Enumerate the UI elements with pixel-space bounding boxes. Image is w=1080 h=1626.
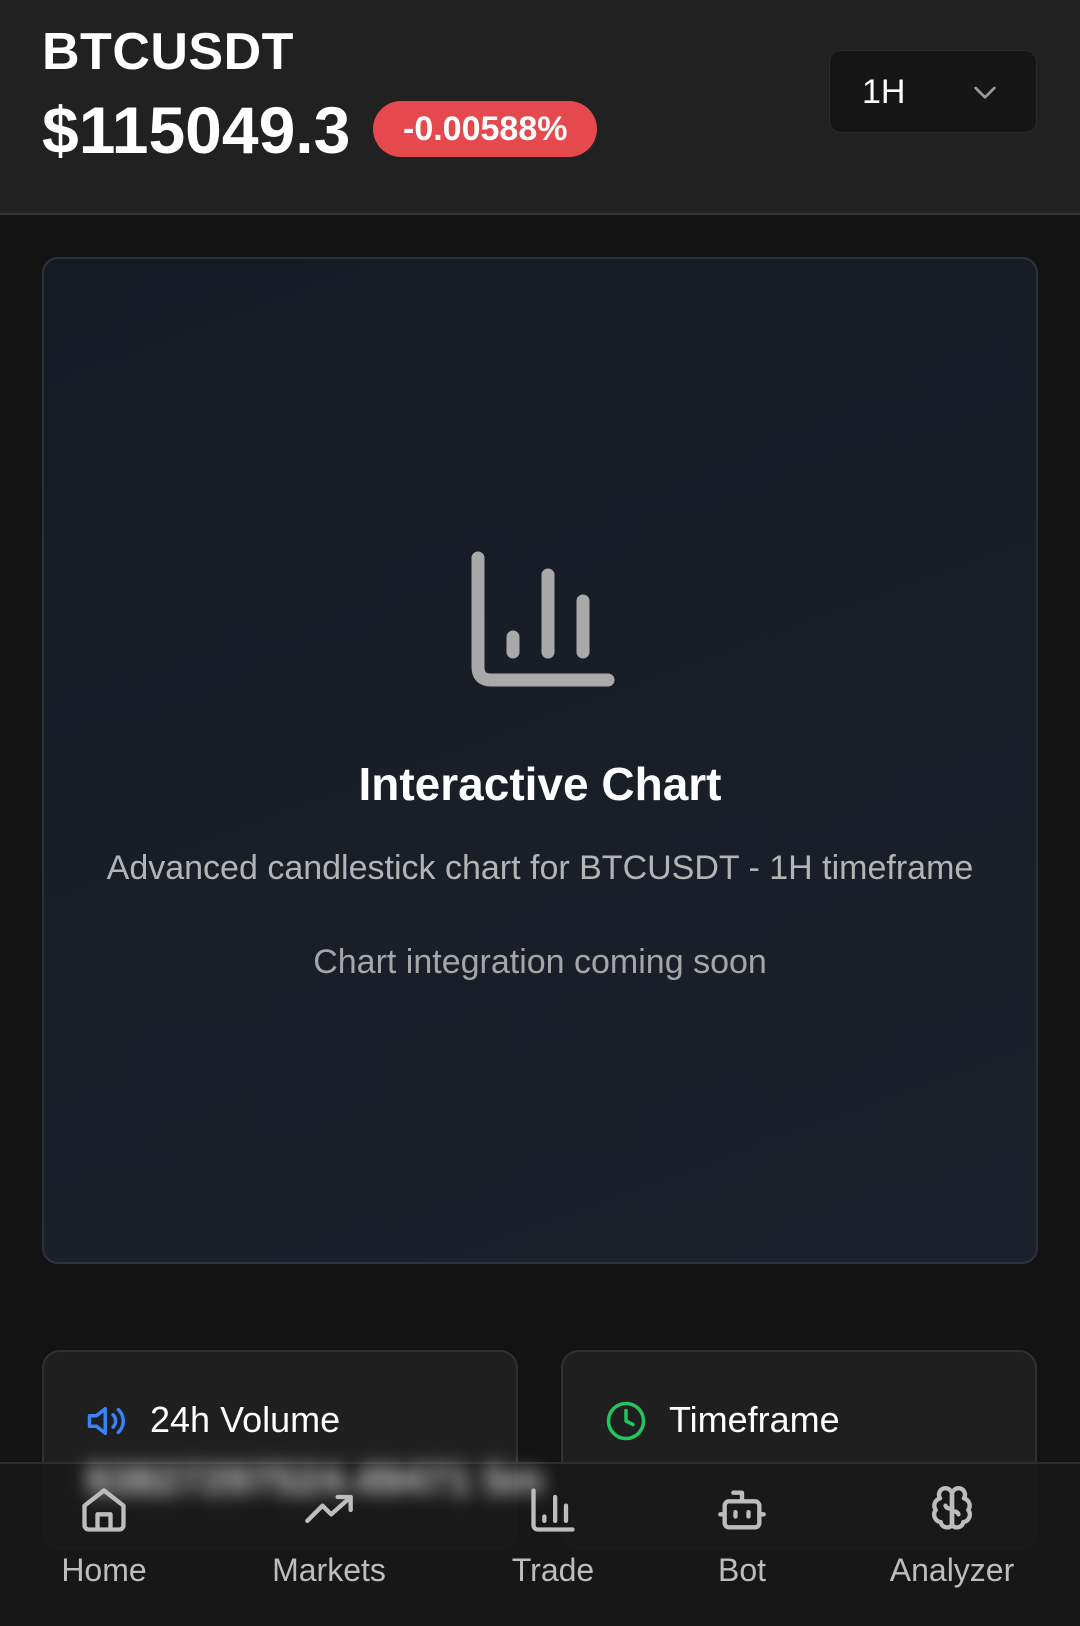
clock-icon — [606, 1401, 646, 1441]
timeframe-label: Timeframe — [669, 1399, 840, 1440]
brain-icon — [932, 1486, 972, 1530]
price-change-badge: -0.00588% — [373, 101, 598, 157]
bot-icon — [718, 1490, 766, 1530]
nav-item-markets[interactable]: Markets — [239, 1484, 419, 1614]
header: BTCUSDT $115049.3 -0.00588% 1H — [0, 0, 1080, 215]
nav-item-home[interactable]: Home — [14, 1484, 194, 1614]
trade-screen: BTCUSDT $115049.3 -0.00588% 1H Interacti… — [0, 0, 1080, 1626]
nav-label-trade: Trade — [511, 1552, 595, 1588]
bottom-nav: $3827297524.49471 5m Home Markets Trade — [0, 1456, 1080, 1626]
nav-label-analyzer: Analyzer — [889, 1552, 1015, 1588]
nav-item-analyzer[interactable]: Analyzer — [862, 1484, 1042, 1614]
nav-label-bot: Bot — [717, 1552, 767, 1588]
chevron-down-icon — [974, 86, 996, 99]
timeframe-select[interactable]: 1H — [829, 50, 1037, 133]
timeframe-select-value: 1H — [862, 73, 906, 111]
nav-label-markets: Markets — [272, 1552, 386, 1588]
symbol-title: BTCUSDT — [42, 23, 294, 81]
nav-item-trade[interactable]: Trade — [463, 1484, 643, 1614]
bar-chart-icon — [471, 551, 615, 687]
nav-label-home: Home — [61, 1552, 147, 1588]
volume-label: 24h Volume — [150, 1399, 341, 1440]
chart-note: Chart integration coming soon — [313, 943, 767, 981]
nav-item-bot[interactable]: Bot — [652, 1484, 832, 1614]
home-icon — [82, 1488, 126, 1532]
volume-icon — [87, 1407, 125, 1435]
chart-subtitle: Advanced candlestick chart for BTCUSDT -… — [106, 849, 974, 887]
bar-chart-icon — [531, 1488, 575, 1532]
trending-up-icon — [305, 1494, 353, 1523]
chart-title: Interactive Chart — [358, 758, 722, 810]
chart-placeholder-card: Interactive Chart Advanced candlestick c… — [42, 257, 1038, 1264]
price-value: $115049.3 — [42, 93, 351, 167]
